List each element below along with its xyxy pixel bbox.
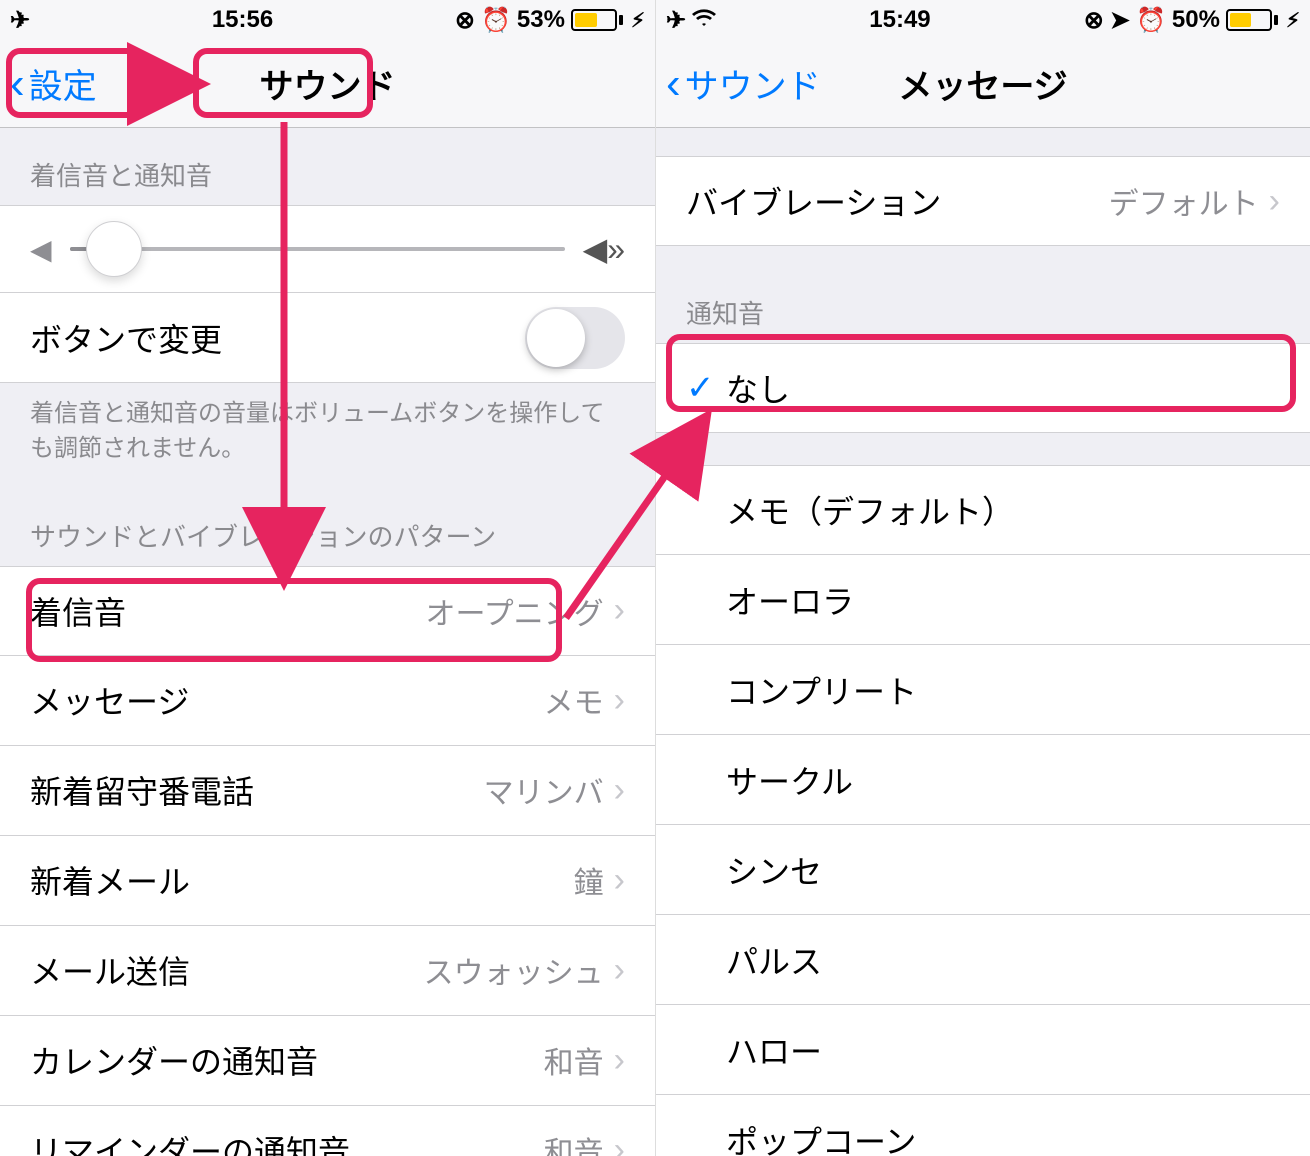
battery-icon — [571, 9, 623, 31]
cell-label: ボタンで変更 — [30, 315, 525, 361]
toggle-change-with-buttons[interactable] — [525, 307, 625, 369]
battery-percent: 50% — [1172, 6, 1220, 34]
section-header-tone: 通知音 — [656, 246, 1310, 343]
chevron-left-icon: ‹ — [10, 59, 25, 109]
tone-label: メモ（デフォルト） — [726, 487, 1280, 533]
orientation-lock-icon: ⊗ — [455, 6, 475, 35]
back-button[interactable]: ‹ サウンド — [666, 59, 821, 109]
cell-value: 鐘 — [574, 858, 604, 902]
row-message[interactable]: メッセージ メモ › — [0, 656, 655, 746]
cell-value: 和音 — [544, 1038, 604, 1082]
tone-label: オーロラ — [726, 577, 1280, 623]
tone-label: コンプリート — [726, 667, 1280, 713]
tone-label: ハロー — [726, 1027, 1280, 1073]
tone-list: ✓なしメモ（デフォルト） オーロラコンプリートサークルシンセパルスハローポップコー… — [656, 343, 1310, 1156]
volume-slider-row: ◀ ◀» — [0, 205, 655, 293]
cell-value: デフォルト — [1109, 179, 1259, 223]
chevron-right-icon: › — [614, 951, 625, 990]
chevron-right-icon: › — [614, 861, 625, 900]
tone-row-default[interactable]: メモ（デフォルト） — [656, 465, 1310, 555]
row-mail-sent[interactable]: メール送信 スウォッシュ › — [0, 926, 655, 1016]
row-reminder[interactable]: リマインダーの通知音 和音 › — [0, 1106, 655, 1156]
row-mail[interactable]: 新着メール 鐘 › — [0, 836, 655, 926]
charging-icon: ⚡︎ — [1286, 8, 1300, 33]
slider-thumb[interactable] — [86, 221, 142, 277]
tone-row-complete[interactable]: コンプリート — [656, 645, 1310, 735]
row-calendar[interactable]: カレンダーの通知音 和音 › — [0, 1016, 655, 1106]
tone-label: なし — [726, 365, 1280, 411]
tone-label: パルス — [726, 937, 1280, 983]
chevron-right-icon: › — [614, 1041, 625, 1080]
airplane-mode-icon: ✈︎ — [666, 6, 686, 35]
wifi-icon — [692, 6, 716, 34]
volume-high-icon: ◀» — [583, 230, 625, 268]
screen-message-tone: ✈︎ 15:49 ⊗ ➤ ⏰ 50% ⚡︎ ‹ サウンド メッセージ バイブレー… — [655, 0, 1310, 1156]
tone-row-popcorn[interactable]: ポップコーン — [656, 1095, 1310, 1156]
tone-row-hello[interactable]: ハロー — [656, 1005, 1310, 1095]
tone-row-synth[interactable]: シンセ — [656, 825, 1310, 915]
status-time: 15:49 — [869, 6, 930, 34]
cell-value: 和音 — [544, 1128, 604, 1156]
tone-label: シンセ — [726, 847, 1280, 893]
nav-bar: ‹ 設定 サウンド — [0, 40, 655, 128]
chevron-right-icon: › — [614, 591, 625, 630]
back-label: 設定 — [29, 59, 97, 108]
status-time: 15:56 — [212, 6, 273, 34]
page-title: サウンド — [260, 59, 396, 108]
nav-bar: ‹ サウンド メッセージ — [656, 40, 1310, 128]
section-header-ringer: 着信音と通知音 — [0, 128, 655, 205]
volume-low-icon: ◀ — [30, 233, 52, 266]
section-header-patterns: サウンドとバイブレーションのパターン — [0, 477, 655, 566]
status-bar: ✈︎ 15:56 ⊗ ⏰ 53% ⚡︎ — [0, 0, 655, 40]
cell-label: 着信音 — [30, 588, 425, 634]
change-with-buttons-row: ボタンで変更 — [0, 293, 655, 383]
charging-icon: ⚡︎ — [631, 8, 645, 33]
cell-value: マリンバ — [484, 768, 604, 812]
cell-label: 新着留守番電話 — [30, 767, 484, 813]
cell-value: スウォッシュ — [424, 948, 604, 992]
page-title: メッセージ — [898, 59, 1067, 108]
volume-slider[interactable] — [70, 247, 565, 251]
battery-icon — [1226, 9, 1278, 31]
tone-row-circle[interactable]: サークル — [656, 735, 1310, 825]
row-voicemail[interactable]: 新着留守番電話 マリンバ › — [0, 746, 655, 836]
battery-percent: 53% — [517, 6, 565, 34]
status-bar: ✈︎ 15:49 ⊗ ➤ ⏰ 50% ⚡︎ — [656, 0, 1310, 40]
alarm-icon: ⏰ — [481, 6, 511, 35]
tone-label: サークル — [726, 757, 1280, 803]
chevron-right-icon: › — [614, 1131, 625, 1156]
tone-row-none[interactable]: ✓なし — [656, 343, 1310, 433]
cell-value: メモ — [544, 678, 604, 722]
chevron-right-icon: › — [614, 681, 625, 720]
back-button[interactable]: ‹ 設定 — [10, 59, 97, 109]
row-vibration[interactable]: バイブレーション デフォルト › — [656, 156, 1310, 246]
group-gap — [656, 433, 1310, 465]
tone-row-aurora[interactable]: オーロラ — [656, 555, 1310, 645]
chevron-right-icon: › — [1269, 182, 1280, 221]
tone-label: ポップコーン — [726, 1117, 1280, 1156]
screen-sounds: ✈︎ 15:56 ⊗ ⏰ 53% ⚡︎ ‹ 設定 サウンド 着信音と通知音 ◀ … — [0, 0, 655, 1156]
cell-label: メッセージ — [30, 677, 544, 723]
alarm-icon: ⏰ — [1136, 6, 1166, 35]
row-ringtone[interactable]: 着信音 オープニング › — [0, 566, 655, 656]
cell-label: バイブレーション — [686, 178, 1109, 224]
cell-value: オープニング — [425, 589, 603, 633]
back-label: サウンド — [685, 59, 821, 108]
location-icon: ➤ — [1110, 6, 1130, 35]
chevron-left-icon: ‹ — [666, 59, 681, 109]
cell-label: カレンダーの通知音 — [30, 1037, 544, 1083]
cell-label: 新着メール — [30, 857, 574, 903]
checkmark-icon: ✓ — [686, 368, 726, 408]
orientation-lock-icon: ⊗ — [1084, 6, 1104, 35]
cell-label: リマインダーの通知音 — [30, 1127, 544, 1156]
chevron-right-icon: › — [614, 771, 625, 810]
cell-label: メール送信 — [30, 947, 424, 993]
airplane-mode-icon: ✈︎ — [10, 6, 30, 35]
tone-row-pulse[interactable]: パルス — [656, 915, 1310, 1005]
section-footer-note: 着信音と通知音の音量はボリュームボタンを操作しても調節されません。 — [0, 383, 655, 477]
